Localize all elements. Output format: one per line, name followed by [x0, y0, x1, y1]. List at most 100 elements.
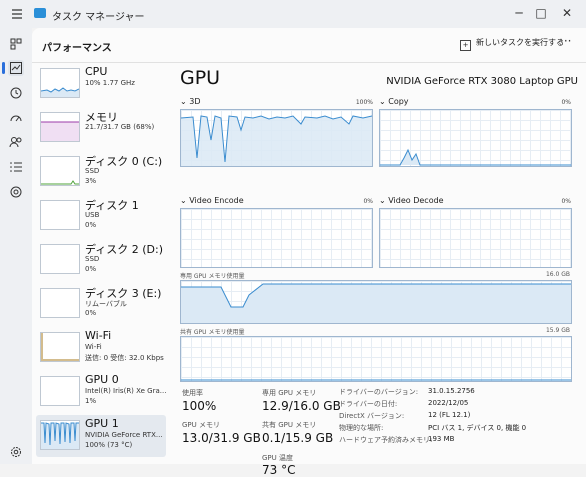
window-title: タスク マネージャー [52, 12, 145, 23]
disk2-thumbnail [40, 244, 80, 274]
disk2-usage: 0% [85, 265, 97, 273]
run-task-icon: + [460, 40, 471, 51]
gpu1-usage: 100% (73 °C) [85, 441, 133, 449]
cpu-usage: 10% 1.77 GHz [85, 79, 135, 87]
resource-card-cpu[interactable]: CPU 10% 1.77 GHz [36, 63, 166, 105]
main-panel: パフォーマンス + 新しいタスクを実行する ··· CPU 10% 1.77 GH… [32, 28, 586, 477]
settings-icon[interactable] [8, 444, 24, 460]
graph-decode-max: 0% [561, 198, 571, 205]
usage-value: 100% [182, 399, 217, 413]
resource-card-disk2[interactable]: ディスク 2 (D:) SSD 0% [36, 239, 166, 281]
page-header: パフォーマンス + 新しいタスクを実行する ··· [32, 28, 586, 63]
gpu0-usage: 1% [85, 397, 97, 405]
disk1-usage: 0% [85, 221, 97, 229]
graph-copy [379, 109, 572, 167]
resource-card-wifi[interactable]: Wi-Fi Wi-Fi 送信: 0 受信: 32.0 Kbps [36, 327, 166, 369]
memory-usage: 21.7/31.7 GB (68%) [85, 123, 155, 131]
graph-3d-name: 3D [189, 97, 201, 106]
driver-date-value: 2022/12/05 [428, 399, 469, 407]
disk3-type: リムーバブル [85, 300, 127, 308]
gpu-memory-value: 13.0/31.9 GB [182, 431, 261, 445]
usage-label: 使用率 [182, 389, 203, 397]
driver-version-label: ドライバーのバージョン: [339, 388, 419, 396]
disk3-thumbnail [40, 288, 80, 318]
dedicated-memory-max: 16.0 GB [545, 271, 570, 278]
wifi-adapter: Wi-Fi [85, 343, 102, 351]
dedicated-memory-label: 専用 GPU メモリ使用量 [180, 273, 245, 280]
wifi-throughput: 送信: 0 受信: 32.0 Kbps [85, 354, 164, 362]
graph-3d-label[interactable]: ⌄ 3D [180, 97, 201, 106]
graph-encode-max: 0% [363, 198, 373, 205]
resource-card-disk3[interactable]: ディスク 3 (E:) リムーバブル 0% [36, 283, 166, 325]
hamburger-menu-icon[interactable] [9, 6, 25, 22]
wifi-thumbnail [40, 332, 80, 362]
gpu1-model: NVIDIA GeForce RTX... [85, 431, 163, 439]
startup-icon[interactable] [8, 110, 24, 126]
resource-card-gpu0[interactable]: GPU 0 Intel(R) Iris(R) Xe Gra... 1% [36, 371, 166, 413]
left-navigation [0, 28, 32, 464]
performance-icon[interactable] [2, 60, 24, 76]
disk2-type: SSD [85, 255, 100, 263]
run-new-task-button[interactable]: + 新しいタスクを実行する [460, 37, 564, 51]
reserved-memory-value: 193 MB [428, 435, 455, 443]
graph-encode-label[interactable]: ⌄ Video Encode [180, 196, 244, 205]
resource-card-gpu1[interactable]: GPU 1 NVIDIA GeForce RTX... 100% (73 °C) [36, 415, 166, 457]
gpu0-thumbnail [40, 376, 80, 406]
driver-date-label: ドライバーの日付: [339, 400, 398, 408]
services-icon[interactable] [8, 184, 24, 200]
graph-copy-label[interactable]: ⌄ Copy [379, 97, 409, 106]
graph-3d [180, 109, 373, 167]
graph-encode-name: Video Encode [189, 196, 244, 205]
graph-3d-max: 100% [355, 99, 373, 106]
details-icon[interactable] [8, 159, 24, 175]
physical-location-value: PCI バス 1, デバイス 0, 機能 0 [428, 424, 527, 432]
disk3-usage: 0% [85, 309, 97, 317]
gpu-title: GPU [180, 67, 221, 89]
resource-list: CPU 10% 1.77 GHz メモリ 21.7/31.7 GB (68%) … [32, 63, 166, 464]
graph-copy-name: Copy [388, 97, 409, 106]
disk0-usage: 3% [85, 177, 97, 185]
more-options-button[interactable]: ··· [560, 34, 571, 48]
gpu-model-name: NVIDIA GeForce RTX 3080 Laptop GPU [386, 76, 578, 87]
gpu0-name: GPU 0 [85, 373, 119, 386]
disk1-thumbnail [40, 200, 80, 230]
resource-card-disk1[interactable]: ディスク 1 USB 0% [36, 195, 166, 237]
directx-version-value: 12 (FL 12.1) [428, 411, 471, 419]
disk0-thumbnail [40, 156, 80, 186]
graph-decode-label[interactable]: ⌄ Video Decode [379, 196, 444, 205]
maximize-button[interactable]: □ [530, 4, 552, 22]
resource-card-memory[interactable]: メモリ 21.7/31.7 GB (68%) [36, 107, 166, 149]
users-icon[interactable] [8, 134, 24, 150]
gpu-detail-panel: GPU NVIDIA GeForce RTX 3080 Laptop GPU ⌄… [178, 63, 578, 477]
shared-memory-stat-label: 共有 GPU メモリ [262, 421, 317, 429]
memory-thumbnail [40, 112, 80, 142]
run-new-task-label: 新しいタスクを実行する [476, 38, 564, 47]
resource-card-disk0[interactable]: ディスク 0 (C:) SSD 3% [36, 151, 166, 193]
shared-memory-max: 15.9 GB [545, 327, 570, 334]
disk1-type: USB [85, 211, 100, 219]
wifi-name: Wi-Fi [85, 329, 112, 342]
processes-icon[interactable] [8, 36, 24, 52]
gpu1-name: GPU 1 [85, 417, 119, 430]
graph-video-decode [379, 208, 572, 268]
physical-location-label: 物理的な場所: [339, 424, 384, 432]
graph-video-encode [180, 208, 373, 268]
dedicated-memory-stat-label: 専用 GPU メモリ [262, 389, 317, 397]
graph-decode-name: Video Decode [388, 196, 444, 205]
app-history-icon[interactable] [8, 85, 24, 101]
gpu0-model: Intel(R) Iris(R) Xe Gra... [85, 387, 167, 395]
title-bar: タスク マネージャー ─ □ ✕ [0, 0, 586, 28]
cpu-thumbnail [40, 68, 80, 98]
driver-version-value: 31.0.15.2756 [428, 387, 475, 395]
shared-memory-label: 共有 GPU メモリ使用量 [180, 329, 245, 336]
close-button[interactable]: ✕ [556, 4, 578, 22]
reserved-memory-label: ハードウェア予約済みメモリ: [339, 436, 433, 444]
graph-copy-max: 0% [561, 99, 571, 106]
gpu-temperature-value: 73 °C [262, 463, 296, 477]
directx-version-label: DirectX バージョン: [339, 412, 405, 420]
graph-dedicated-memory [180, 280, 572, 324]
minimize-button[interactable]: ─ [508, 4, 530, 22]
gpu-temperature-label: GPU 温度 [262, 454, 293, 462]
cpu-name: CPU [85, 65, 108, 78]
disk0-type: SSD [85, 167, 100, 175]
